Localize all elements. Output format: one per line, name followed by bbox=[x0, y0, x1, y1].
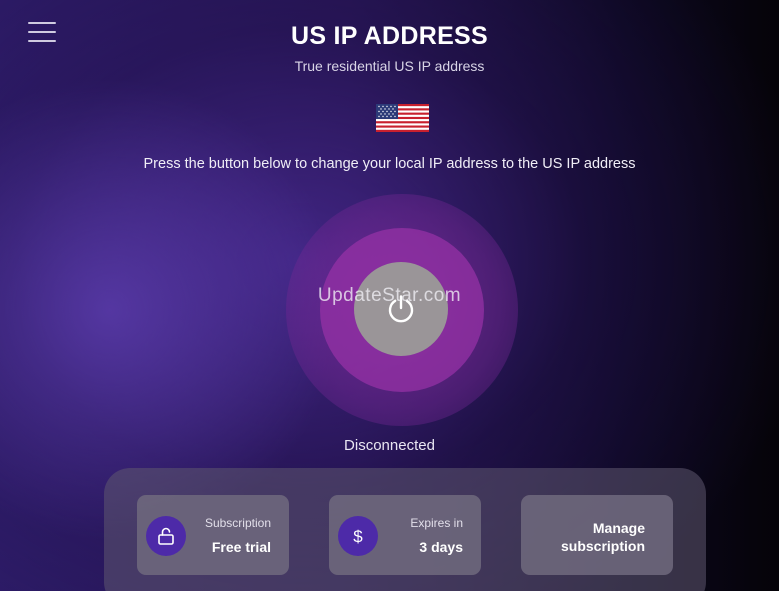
unlock-icon bbox=[158, 527, 174, 545]
expires-card: $ Expires in 3 days bbox=[329, 495, 481, 575]
unlock-icon-badge bbox=[146, 516, 186, 556]
expires-value: 3 days bbox=[419, 539, 463, 555]
page-title: US IP ADDRESS bbox=[290, 22, 488, 50]
connection-status: Disconnected bbox=[344, 437, 435, 454]
manage-label-line1: Manage bbox=[592, 520, 645, 536]
subscription-value: Free trial bbox=[211, 539, 271, 555]
page-subtitle: True residential US IP address bbox=[294, 58, 485, 74]
manage-subscription-button[interactable]: Manage subscription bbox=[521, 495, 673, 575]
subscription-label: Subscription bbox=[204, 516, 271, 530]
watermark-text: UpdateStar.com bbox=[317, 285, 462, 306]
svg-text:$: $ bbox=[353, 527, 363, 546]
connect-button[interactable] bbox=[354, 262, 448, 356]
us-flag-icon bbox=[376, 104, 429, 132]
manage-label-line2: subscription bbox=[560, 538, 645, 554]
instruction-text: Press the button below to change your lo… bbox=[143, 156, 636, 172]
dollar-icon: $ bbox=[353, 527, 363, 546]
dollar-icon-badge: $ bbox=[338, 516, 378, 556]
subscription-card: Subscription Free trial bbox=[137, 495, 289, 575]
expires-label: Expires in bbox=[410, 516, 463, 530]
